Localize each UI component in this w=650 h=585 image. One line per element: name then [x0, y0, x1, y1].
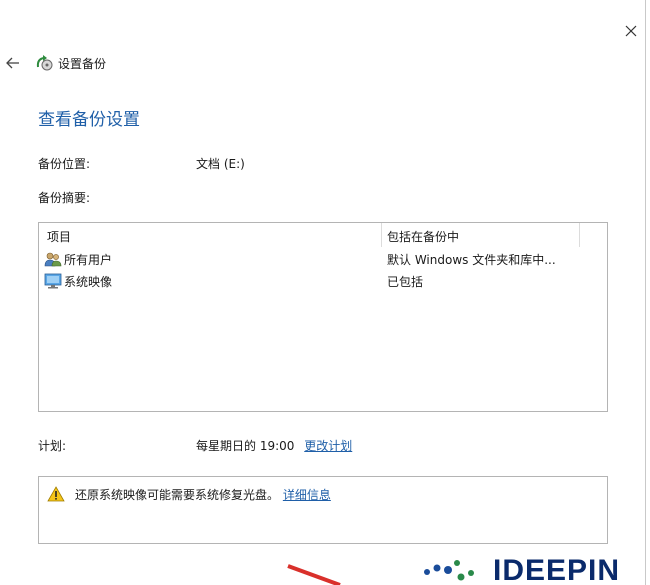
warning-icon	[47, 486, 65, 502]
schedule-time: 每星期日的 19:00	[196, 439, 295, 453]
change-schedule-link[interactable]: 更改计划	[304, 439, 352, 453]
row-item-name: 所有用户	[64, 253, 113, 267]
warning-message: 还原系统映像可能需要系统修复光盘。 详细信息	[75, 486, 331, 503]
warning-text: 还原系统映像可能需要系统修复光盘。	[75, 488, 280, 502]
backup-summary-table: 项目 包括在备份中 所有用户 默认 Windows 文件夹和库中... 系统映像…	[38, 222, 608, 412]
watermark: IDEEPIN	[285, 548, 645, 585]
window-title: 设置备份	[58, 57, 107, 71]
column-divider	[381, 223, 382, 247]
window-border	[645, 0, 646, 585]
backup-summary-label: 备份摘要:	[38, 191, 91, 205]
watermark-logo	[287, 560, 474, 585]
title-bar: 设置备份	[0, 48, 400, 78]
column-header-item[interactable]: 项目	[47, 228, 71, 245]
details-link[interactable]: 详细信息	[283, 488, 331, 502]
row-item-name: 系统映像	[64, 275, 113, 289]
schedule-value: 每星期日的 19:00 更改计划	[196, 437, 352, 454]
row-included-value: 默认 Windows 文件夹和库中...	[387, 253, 556, 267]
backup-icon	[36, 55, 53, 71]
close-button[interactable]	[620, 20, 642, 42]
table-row[interactable]: 所有用户 默认 Windows 文件夹和库中...	[39, 249, 607, 271]
column-divider	[579, 223, 580, 247]
users-icon	[44, 252, 62, 267]
watermark-text: IDEEPIN	[493, 554, 621, 585]
monitor-icon	[44, 273, 62, 289]
backup-settings-window: 设置备份 查看备份设置 备份位置: 文档 (E:) 备份摘要: 项目 包括在备份…	[0, 0, 650, 585]
column-header-included[interactable]: 包括在备份中	[387, 228, 459, 245]
warning-panel: 还原系统映像可能需要系统修复光盘。 详细信息	[38, 476, 608, 544]
close-icon	[625, 25, 637, 37]
backup-location-value: 文档 (E:)	[196, 157, 245, 171]
back-arrow-icon	[6, 57, 19, 69]
schedule-label: 计划:	[38, 439, 67, 453]
back-button[interactable]	[4, 54, 22, 72]
backup-location-label: 备份位置:	[38, 157, 91, 171]
page-title: 查看备份设置	[38, 110, 140, 130]
row-included-value: 已包括	[387, 275, 424, 289]
table-row[interactable]: 系统映像 已包括	[39, 271, 607, 293]
